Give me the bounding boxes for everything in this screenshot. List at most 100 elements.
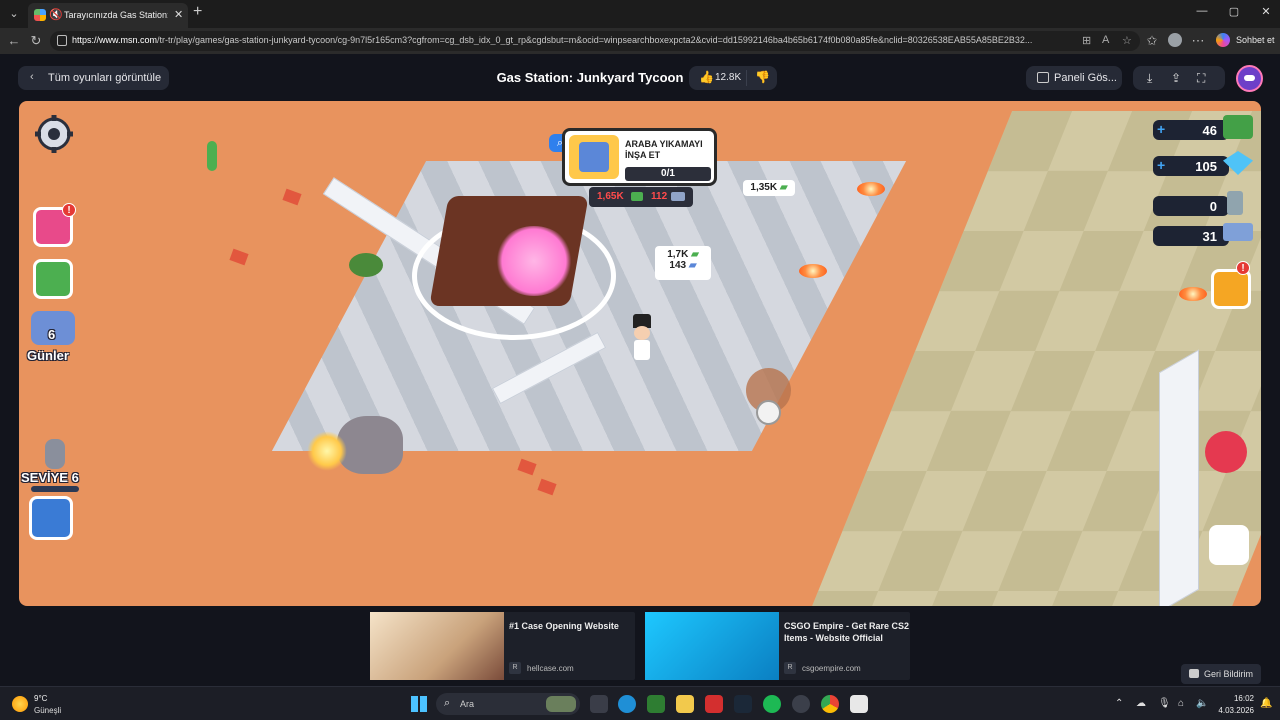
download-icon[interactable]: ⤓	[1147, 71, 1152, 86]
feedback-icon	[1189, 669, 1199, 678]
edge-icon[interactable]	[618, 695, 636, 713]
quest-notification-badge: !	[1236, 261, 1250, 275]
view-all-games-button[interactable]: ‹ Tüm oyunları görüntüle	[18, 66, 169, 90]
tab-close-icon[interactable]: ✕	[174, 8, 183, 21]
windows-taskbar: 9°C Güneşli ⌕ Ara ⌃ ☁ 🎙 ⌂ 🔈 16:02 4.03.2…	[0, 686, 1280, 720]
user-avatar[interactable]	[1236, 65, 1263, 92]
car-wash-build-icon	[569, 135, 619, 179]
debris-icon	[537, 478, 557, 496]
tray-overflow-icon[interactable]: ⌃	[1115, 698, 1123, 709]
metal-counter: 31	[1153, 226, 1229, 246]
cash-counter[interactable]: + 46	[1153, 120, 1229, 140]
onedrive-icon[interactable]: ☁	[1136, 698, 1146, 709]
minimize-icon[interactable]: —	[1192, 5, 1212, 17]
copilot-chat-button[interactable]: Sohbet et	[1216, 31, 1278, 49]
share-icon[interactable]: ⇪	[1171, 71, 1181, 85]
notepad-icon[interactable]	[850, 695, 868, 713]
spotify-icon[interactable]	[763, 695, 781, 713]
file-explorer-icon[interactable]	[676, 695, 694, 713]
metal-icon: ▰	[688, 260, 697, 271]
windows-start-icon[interactable]	[411, 696, 427, 712]
clock-time[interactable]: 16:02	[1224, 694, 1254, 703]
joystick-knob[interactable]	[756, 400, 781, 425]
url-field[interactable]: https://www.msn.com/tr-tr/play/games/gas…	[50, 31, 1140, 51]
metal-icon	[671, 192, 685, 201]
lot-wall	[1159, 349, 1199, 606]
ad-card[interactable]: #1 Case Opening Website R hellcase.com	[370, 612, 635, 680]
days-count: 6	[48, 327, 56, 342]
more-options-icon[interactable]: ⋯	[1190, 33, 1206, 49]
build-car-wash-card[interactable]: ARABA YIKAMAYI İNŞA ET 0/1	[562, 128, 717, 186]
add-gems-icon[interactable]: +	[1157, 158, 1171, 172]
player-avatar-icon[interactable]	[29, 496, 73, 540]
volume-icon[interactable]: 🔈	[1196, 698, 1208, 709]
chrome-icon[interactable]	[821, 695, 839, 713]
tools-value: 0	[1209, 199, 1217, 214]
taskbar-search[interactable]: ⌕ Ara	[436, 693, 580, 715]
microphone-icon[interactable]: 🎙	[1158, 698, 1171, 709]
ad-badge: R	[509, 662, 521, 674]
fire-pad-icon	[1179, 287, 1207, 301]
wrench-icon	[45, 439, 65, 469]
price-tag-station: 1,35K ▰	[743, 180, 795, 196]
favorite-star-icon[interactable]: ☆	[1122, 34, 1132, 47]
days-label: Günler	[27, 348, 69, 363]
weather-temp: 9°C	[34, 694, 48, 703]
divider	[746, 70, 747, 86]
cash-value: 46	[1202, 123, 1217, 138]
tab-list-chevron-icon[interactable]: ⌄	[4, 4, 24, 24]
github-icon[interactable]	[792, 695, 810, 713]
fullscreen-icon[interactable]: ⛶	[1197, 71, 1205, 86]
debris-icon	[229, 248, 249, 266]
msn-favicon-icon	[34, 9, 46, 21]
metal-value: 31	[1202, 229, 1217, 244]
gems-counter[interactable]: + 105	[1153, 156, 1229, 176]
ad-source: hellcase.com	[527, 664, 574, 673]
msn-games-page: ‹ Tüm oyunları görüntüle Gas Station: Ju…	[0, 54, 1280, 686]
steam-icon[interactable]	[734, 695, 752, 713]
feedback-button[interactable]: Geri Bildirim	[1181, 664, 1261, 684]
new-tab-icon[interactable]: +	[193, 3, 202, 21]
back-arrow-icon[interactable]: ←	[6, 33, 22, 48]
xbox-icon[interactable]	[647, 695, 665, 713]
add-cash-icon[interactable]: +	[1157, 122, 1171, 136]
settings-gear-icon[interactable]	[33, 113, 75, 155]
player-head	[634, 326, 650, 340]
app-available-icon[interactable]: ⊞	[1082, 34, 1091, 47]
quest-clipboard-icon[interactable]	[1211, 269, 1251, 309]
car-wash-icon[interactable]	[1205, 431, 1247, 473]
restore-icon[interactable]: ▢	[1224, 5, 1244, 18]
tv-ad-icon[interactable]	[33, 259, 73, 299]
network-icon[interactable]: ⌂	[1178, 698, 1184, 709]
clock-date[interactable]: 4.03.2026	[1212, 706, 1254, 715]
cost-metal: 112	[651, 191, 668, 202]
copilot-label: Sohbet et	[1236, 35, 1275, 45]
task-view-icon[interactable]	[590, 695, 608, 713]
refresh-icon[interactable]: ↻	[28, 33, 44, 49]
weather-sun-icon[interactable]	[12, 696, 28, 712]
like-button[interactable]: 👍 12.8K 👎	[689, 66, 777, 90]
url-text: https://www.msn.com/tr-tr/play/games/gas…	[72, 35, 1033, 45]
shop-notification-badge: !	[62, 203, 76, 217]
tab-active[interactable]: 🔇 Tarayıcınızda Gas Station: Junk ✕	[28, 3, 188, 28]
game-tools-group: ⤓ ⇪ ⛶	[1133, 66, 1225, 90]
search-placeholder: Ara	[460, 699, 475, 709]
lock-icon[interactable]	[57, 35, 67, 46]
favorites-icon[interactable]: ✩	[1144, 33, 1160, 49]
metal-icon	[1223, 223, 1253, 241]
map-icon[interactable]	[1209, 525, 1249, 565]
read-aloud-icon[interactable]: A	[1102, 34, 1109, 46]
close-window-icon[interactable]: ✕	[1256, 5, 1276, 18]
show-panel-button[interactable]: Paneli Gös...	[1026, 66, 1122, 90]
profile-avatar[interactable]	[1168, 33, 1182, 47]
player-body	[634, 340, 650, 360]
notifications-icon[interactable]: 🔔	[1260, 698, 1272, 709]
ad-card[interactable]: CSGO Empire - Get Rare CS2 Items - Websi…	[645, 612, 910, 680]
game-canvas[interactable]: ⌕ ARABA YIKAMAYI İNŞA ET 0/1 1,65K 112 1…	[19, 101, 1261, 606]
speaker-mute-icon[interactable]: 🔇	[49, 8, 63, 21]
panel-icon	[1037, 72, 1049, 83]
address-bar-row: ← ↻ https://www.msn.com/tr-tr/play/games…	[0, 28, 1280, 54]
app-red-icon[interactable]	[705, 695, 723, 713]
level-label: SEVİYE 6	[21, 470, 79, 485]
thumbs-down-icon[interactable]: 👎	[755, 70, 770, 84]
